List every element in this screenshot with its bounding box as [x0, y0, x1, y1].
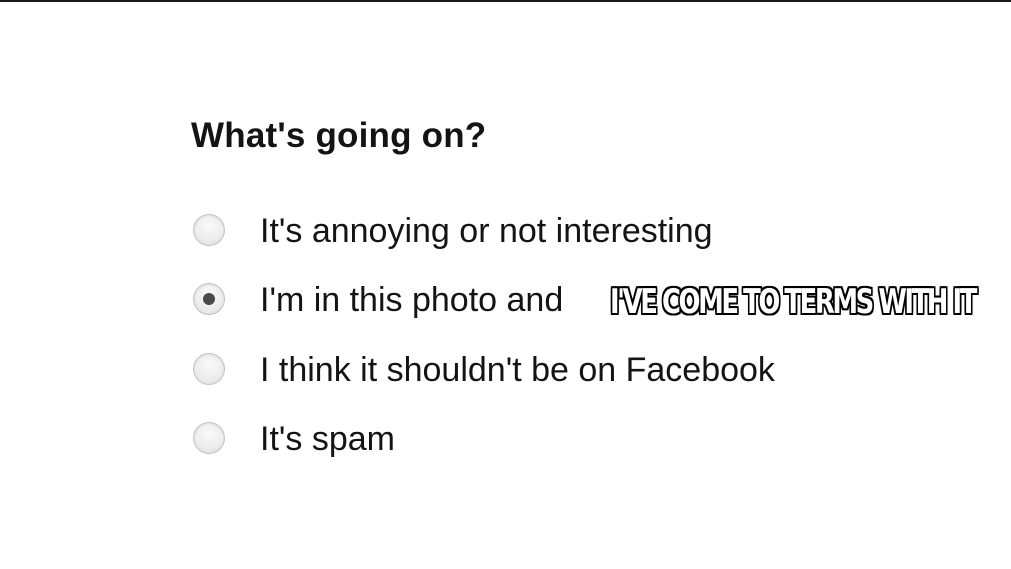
top-border — [0, 0, 1011, 2]
meme-caption: I'VE COME TO TERMS WITH IT — [610, 282, 977, 322]
dialog-title: What's going on? — [191, 116, 487, 155]
option-label[interactable]: I'm in this photo and — [260, 281, 563, 319]
option-label[interactable]: It's spam — [260, 420, 395, 458]
radio-spam[interactable] — [193, 422, 225, 454]
option-label[interactable]: It's annoying or not interesting — [260, 212, 713, 250]
radio-annoying[interactable] — [193, 214, 225, 246]
option-label[interactable]: I think it shouldn't be on Facebook — [260, 351, 775, 389]
radio-in-photo[interactable] — [193, 283, 225, 315]
radio-not-on-facebook[interactable] — [193, 353, 225, 385]
radio-dot — [203, 293, 215, 305]
